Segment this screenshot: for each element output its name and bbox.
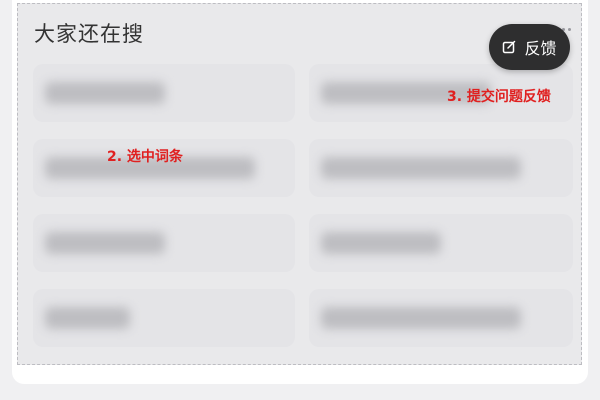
blurred-term xyxy=(45,82,165,104)
search-item[interactable] xyxy=(309,289,573,347)
search-item[interactable] xyxy=(33,214,295,272)
search-item[interactable] xyxy=(33,64,295,122)
related-searches-panel: 大家还在搜 反馈 2. 选中词条 3. 提交问题反馈 xyxy=(17,3,582,365)
annotation-select-item: 2. 选中词条 xyxy=(107,149,183,165)
search-item[interactable] xyxy=(309,139,573,197)
feedback-button-label: 反馈 xyxy=(524,39,557,58)
annotation-submit-feedback: 3. 提交问题反馈 xyxy=(447,89,551,105)
blurred-term xyxy=(45,232,165,254)
feedback-button[interactable]: 反馈 xyxy=(489,24,570,70)
search-item[interactable] xyxy=(309,214,573,272)
panel-title: 大家还在搜 xyxy=(34,22,144,46)
search-item[interactable] xyxy=(33,289,295,347)
blurred-term xyxy=(321,232,441,254)
blurred-term xyxy=(45,307,130,329)
blurred-term xyxy=(321,157,521,179)
blurred-term xyxy=(321,307,521,329)
edit-icon xyxy=(502,40,516,54)
